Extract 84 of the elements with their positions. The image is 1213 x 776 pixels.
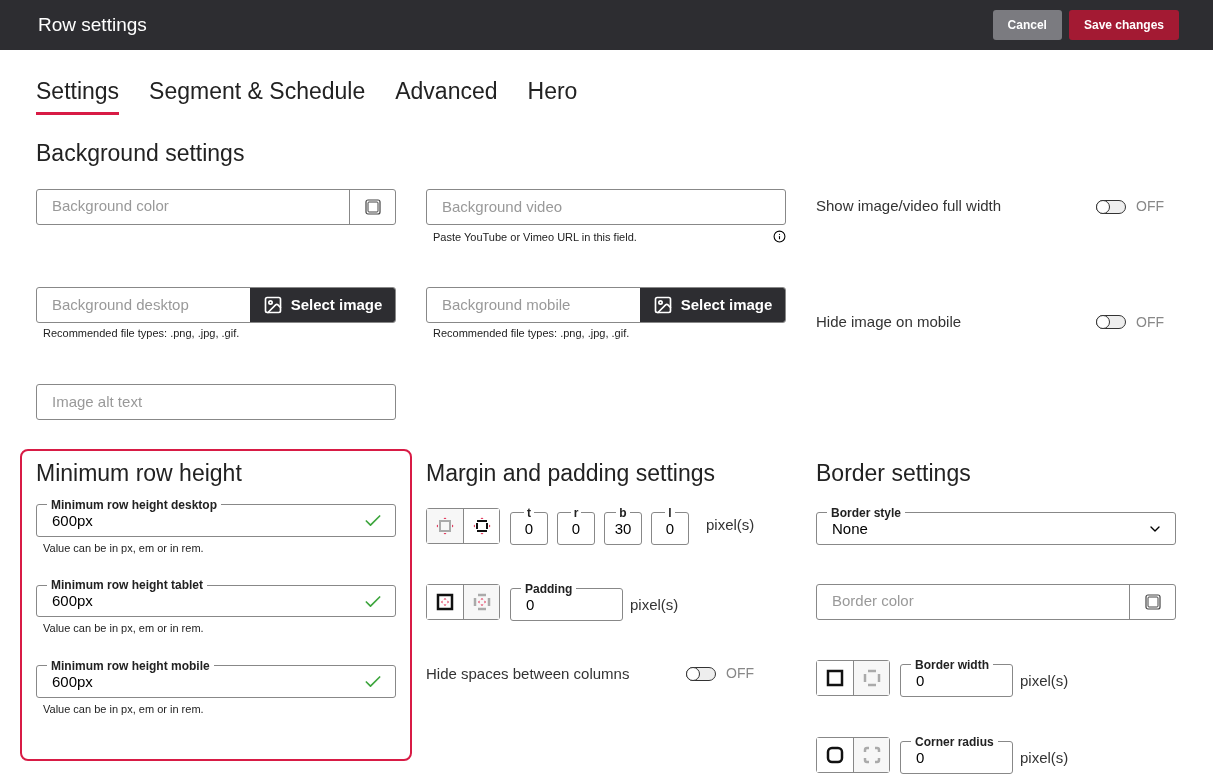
margin-uniform-icon [436, 516, 454, 535]
margin-individual-icon [472, 516, 491, 535]
field-label: Minimum row height desktop [50, 498, 218, 511]
color-field[interactable]: Border color [816, 583, 1176, 620]
input-field[interactable]: Border width 0 [900, 658, 1013, 697]
input-field[interactable]: Minimum row height tablet 600px [36, 579, 396, 617]
color-field[interactable]: Background color [36, 188, 396, 225]
image-field[interactable]: Background desktop Select image [36, 287, 396, 323]
section-title: Margin and padding settings [426, 458, 716, 487]
field-value[interactable]: 0 [901, 746, 1012, 770]
image-path-input[interactable]: Background desktop [37, 288, 250, 322]
input-field[interactable]: b 30 [604, 506, 642, 545]
help-text: Value can be in px, em or in rem. [43, 540, 205, 556]
mode-toggle-button[interactable] [853, 660, 889, 695]
toggle-label: Show image/video full width [816, 196, 1003, 217]
tab[interactable]: Advanced [395, 74, 498, 115]
toggle-state: OFF [726, 664, 755, 684]
save-button[interactable]: Save changes [1068, 10, 1179, 40]
field-label: b [618, 506, 628, 519]
section-title: Minimum row height [36, 458, 243, 487]
width-individual-icon [862, 668, 881, 687]
toggle-switch[interactable] [1096, 315, 1126, 330]
select-value: None [831, 518, 869, 539]
help-text: Value can be in px, em or in rem. [43, 621, 205, 636]
unit-label: pixel(s) [1020, 748, 1069, 769]
toggle-label: Hide image on mobile [816, 312, 963, 332]
padding-uniform-icon [436, 592, 454, 611]
color-input[interactable]: Background color [37, 189, 349, 224]
input-field[interactable]: Image alt text [36, 383, 396, 420]
help-text: Recommended file types: .png, .jpg, .gif. [433, 326, 631, 341]
field-label: Corner radius [914, 735, 995, 748]
section-title: Background settings [36, 138, 246, 167]
unit-label: pixel(s) [1020, 671, 1069, 692]
select-image-button[interactable]: Select image [640, 288, 785, 322]
select-field[interactable]: Border style None [816, 506, 1176, 545]
mode-toggle-button[interactable] [463, 584, 499, 619]
image-path-input[interactable]: Background mobile [427, 288, 640, 322]
field-label: Minimum row height mobile [50, 659, 211, 672]
toggle-state: OFF [1136, 312, 1165, 332]
image-icon [652, 295, 673, 315]
mode-toggle-button[interactable] [427, 508, 463, 543]
square-icon [1144, 593, 1161, 610]
toggle-label: Hide spaces between columns [426, 663, 631, 684]
input-field[interactable]: Minimum row height desktop 600px [36, 498, 396, 537]
unit-label: pixel(s) [630, 595, 679, 616]
tab[interactable]: Settings [36, 74, 120, 115]
image-field[interactable]: Background mobile Select image [426, 287, 786, 323]
field-label: r [572, 506, 580, 519]
toggle-switch[interactable] [1096, 199, 1126, 214]
tab[interactable]: Hero [527, 74, 578, 115]
padding-individual-icon [472, 592, 491, 611]
field-label: Border width [914, 658, 990, 671]
field-label: Minimum row height tablet [50, 579, 204, 591]
toggle-switch[interactable] [686, 666, 716, 681]
square-icon [364, 198, 381, 215]
section-title: Border settings [816, 458, 972, 487]
field-value[interactable]: 0 [901, 669, 1012, 693]
field-label: t [526, 506, 532, 519]
help-text: Value can be in px, em or in rem. [43, 701, 205, 717]
input-field[interactable]: Background video [426, 188, 786, 225]
width-uniform-icon [826, 668, 844, 687]
field-label: Padding [524, 582, 574, 595]
unit-label: pixel(s) [706, 515, 755, 536]
help-text: Paste YouTube or Vimeo URL in this field. [433, 229, 637, 245]
radius-uniform-icon [826, 745, 844, 764]
input-field[interactable]: Minimum row height mobile 600px [36, 659, 396, 698]
radius-individual-icon [862, 745, 881, 764]
window-title: Row settings [38, 12, 148, 37]
color-input[interactable]: Border color [817, 584, 1129, 619]
field-label: l [667, 506, 673, 519]
input-field[interactable]: l 0 [651, 506, 689, 545]
input-field[interactable]: Padding 0 [510, 582, 623, 621]
select-image-button[interactable]: Select image [250, 288, 395, 322]
tab[interactable]: Segment & Schedule [149, 74, 366, 115]
field-label: Border style [830, 506, 903, 519]
mode-toggle-button[interactable] [463, 508, 499, 543]
input-field[interactable]: t 0 [510, 506, 548, 545]
mode-toggle-button[interactable] [853, 737, 889, 772]
input-field[interactable]: Corner radius 0 [900, 735, 1013, 774]
help-text: Recommended file types: .png, .jpg, .gif. [43, 326, 241, 341]
toggle-state: OFF [1136, 197, 1165, 216]
image-icon [262, 295, 283, 315]
info-icon [773, 230, 786, 244]
cancel-button[interactable]: Cancel [992, 10, 1062, 40]
